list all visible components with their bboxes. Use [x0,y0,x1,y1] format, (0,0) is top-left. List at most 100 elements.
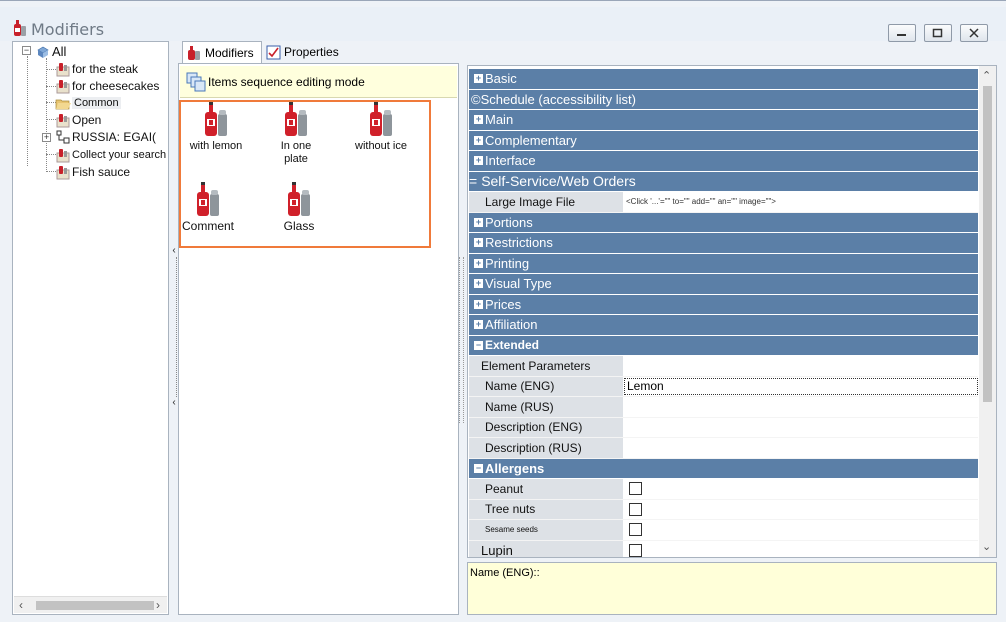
category-schedule[interactable]: ©Schedule (accessibility list) [469,89,978,110]
lupin-checkbox[interactable] [629,543,642,557]
prop-value[interactable] [624,418,978,438]
tree-node-for-cheesecakes[interactable]: for cheesecakes [55,77,159,94]
tree-node-common[interactable]: Common [55,94,121,111]
prop-peanut[interactable]: Peanut [469,479,978,500]
collapse-root-toggle[interactable]: − [22,46,31,55]
tree-structure-icon [56,130,70,143]
modifier-group-icon [56,62,70,76]
expand-russia-toggle[interactable]: + [42,133,51,142]
prop-value[interactable] [624,356,978,376]
tree-node-collect-your-search[interactable]: Collect your search [55,146,166,163]
category-visual-type[interactable]: + Visual Type [469,274,978,295]
scroll-up-icon[interactable]: ⌃ [982,69,991,82]
collapse-icon[interactable]: = [469,173,477,189]
name-eng-input[interactable]: Lemon [624,377,978,395]
expand-icon[interactable]: + [474,238,483,248]
prop-large-image-file[interactable]: Large Image File <Click '...'="" to="" a… [469,192,978,213]
collapse-icon[interactable]: − [474,463,483,473]
category-basic[interactable]: + Basic [469,69,978,90]
folder-check-icon [37,46,49,58]
prop-name-eng[interactable]: Name (ENG) Lemon [469,376,978,397]
tab-properties[interactable]: Properties [263,41,343,63]
prop-name: Name (ENG) [469,376,624,396]
splitter-grip[interactable] [459,257,464,423]
modifier-group-icon [56,113,70,127]
property-description-panel: Name (ENG):: [467,562,997,615]
peanut-checkbox[interactable] [629,482,642,496]
category-restrictions[interactable]: + Restrictions [469,233,978,254]
expand-icon[interactable]: + [474,258,483,268]
expand-icon[interactable]: + [474,320,483,330]
tree-horizontal-scrollbar[interactable]: ‹ › [14,596,167,613]
prop-tree-nuts[interactable]: Tree nuts [469,499,978,520]
scrollbar-thumb[interactable] [36,601,154,610]
prop-name-rus[interactable]: Name (RUS) [469,397,978,418]
expand-icon[interactable]: + [474,299,483,309]
category-prices[interactable]: + Prices [469,294,978,315]
modifier-item-label: with lemon [189,140,243,152]
prop-value[interactable] [624,438,978,458]
category-complementary[interactable]: + Complementary [469,130,978,151]
modifier-item-comment[interactable]: Comment [168,182,248,233]
collapse-icon[interactable]: − [474,340,483,350]
tree-node-label: Fish sauce [72,164,131,179]
prop-description-rus[interactable]: Description (RUS) [469,438,978,459]
minimize-button[interactable] [888,24,916,42]
category-allergens[interactable]: − Allergens [469,458,978,479]
tree-node-for-the-steak[interactable]: for the steak [55,60,138,77]
modifier-item-label: In one plate [280,140,312,165]
tree-node-open[interactable]: Open [55,111,101,128]
category-main[interactable]: + Main [469,110,978,131]
tab-modifiers[interactable]: Modifiers [182,41,262,63]
tree-node-russia[interactable]: RUSSIA: EGAI( [55,128,156,145]
category-tree[interactable]: − All for the steak for cheesecakes Comm… [12,41,169,615]
property-grid[interactable]: + Basic ©Schedule (accessibility list) + M… [467,65,997,558]
prop-description-eng[interactable]: Description (ENG) [469,417,978,438]
tree-node-label: RUSSIA: EGAI( [72,129,157,144]
modifier-item-without-ice[interactable]: without ice [341,102,421,153]
open-folder-icon [55,99,71,109]
scroll-right-icon[interactable]: › [156,598,160,612]
expand-icon[interactable]: + [474,74,483,84]
close-button[interactable] [960,24,988,42]
prop-sesame-seeds[interactable]: Sesame seeds [469,520,978,541]
modifier-item-label: Comment [181,219,234,233]
prop-lupin[interactable]: Lupin [469,540,978,557]
category-printing[interactable]: + Printing [469,253,978,274]
modifier-item-glass[interactable]: Glass [259,182,339,233]
maximize-button[interactable] [924,24,952,42]
category-self-service[interactable]: = Self-Service/Web Orders [469,171,978,192]
collapse-left-splitter-icon[interactable]: ‹ [171,397,177,411]
expand-icon[interactable]: + [474,156,483,166]
modifier-item-with-lemon[interactable]: with lemon [176,102,256,153]
category-interface[interactable]: + Interface [469,151,978,172]
expand-icon[interactable]: + [474,135,483,145]
expand-icon[interactable]: + [474,217,483,227]
tree-node-label-selected: Common [72,96,121,109]
splitter-grip[interactable] [176,257,177,397]
mode-bar-label: Items sequence editing mode [208,74,365,89]
tree-node-fish-sauce[interactable]: Fish sauce [55,163,130,180]
prop-name: Description (RUS) [469,438,624,458]
scroll-down-icon[interactable]: ⌄ [982,540,991,553]
grid-vertical-scrollbar[interactable]: ⌃ ⌄ [979,66,996,557]
prop-value[interactable]: <Click '...'="" to="" add="" an="" image… [624,192,978,212]
close-icon [969,28,979,38]
tree-node-label: for the steak [72,61,139,76]
scrollbar-thumb[interactable] [983,86,992,402]
category-portions[interactable]: + Portions [469,212,978,233]
tree-root-all[interactable]: All [35,43,66,60]
category-affiliation[interactable]: + Affiliation [469,315,978,336]
category-extended[interactable]: − Extended [469,335,978,356]
expand-icon[interactable]: + [474,279,483,289]
sesame-seeds-checkbox[interactable] [629,523,642,537]
modifier-item-label: without ice [355,140,407,152]
prop-element-parameters[interactable]: Element Parameters [469,356,978,377]
modifier-item-in-one-plate[interactable]: In one plate [256,102,336,166]
modifiers-window: Modifiers − All for the steak for cheese… [0,0,1006,622]
prop-value[interactable] [624,397,978,417]
expand-icon[interactable]: + [474,115,483,125]
ketchup-bottle-icon [285,102,307,136]
scroll-left-icon[interactable]: ‹ [19,598,23,612]
tree-nuts-checkbox[interactable] [629,502,642,516]
